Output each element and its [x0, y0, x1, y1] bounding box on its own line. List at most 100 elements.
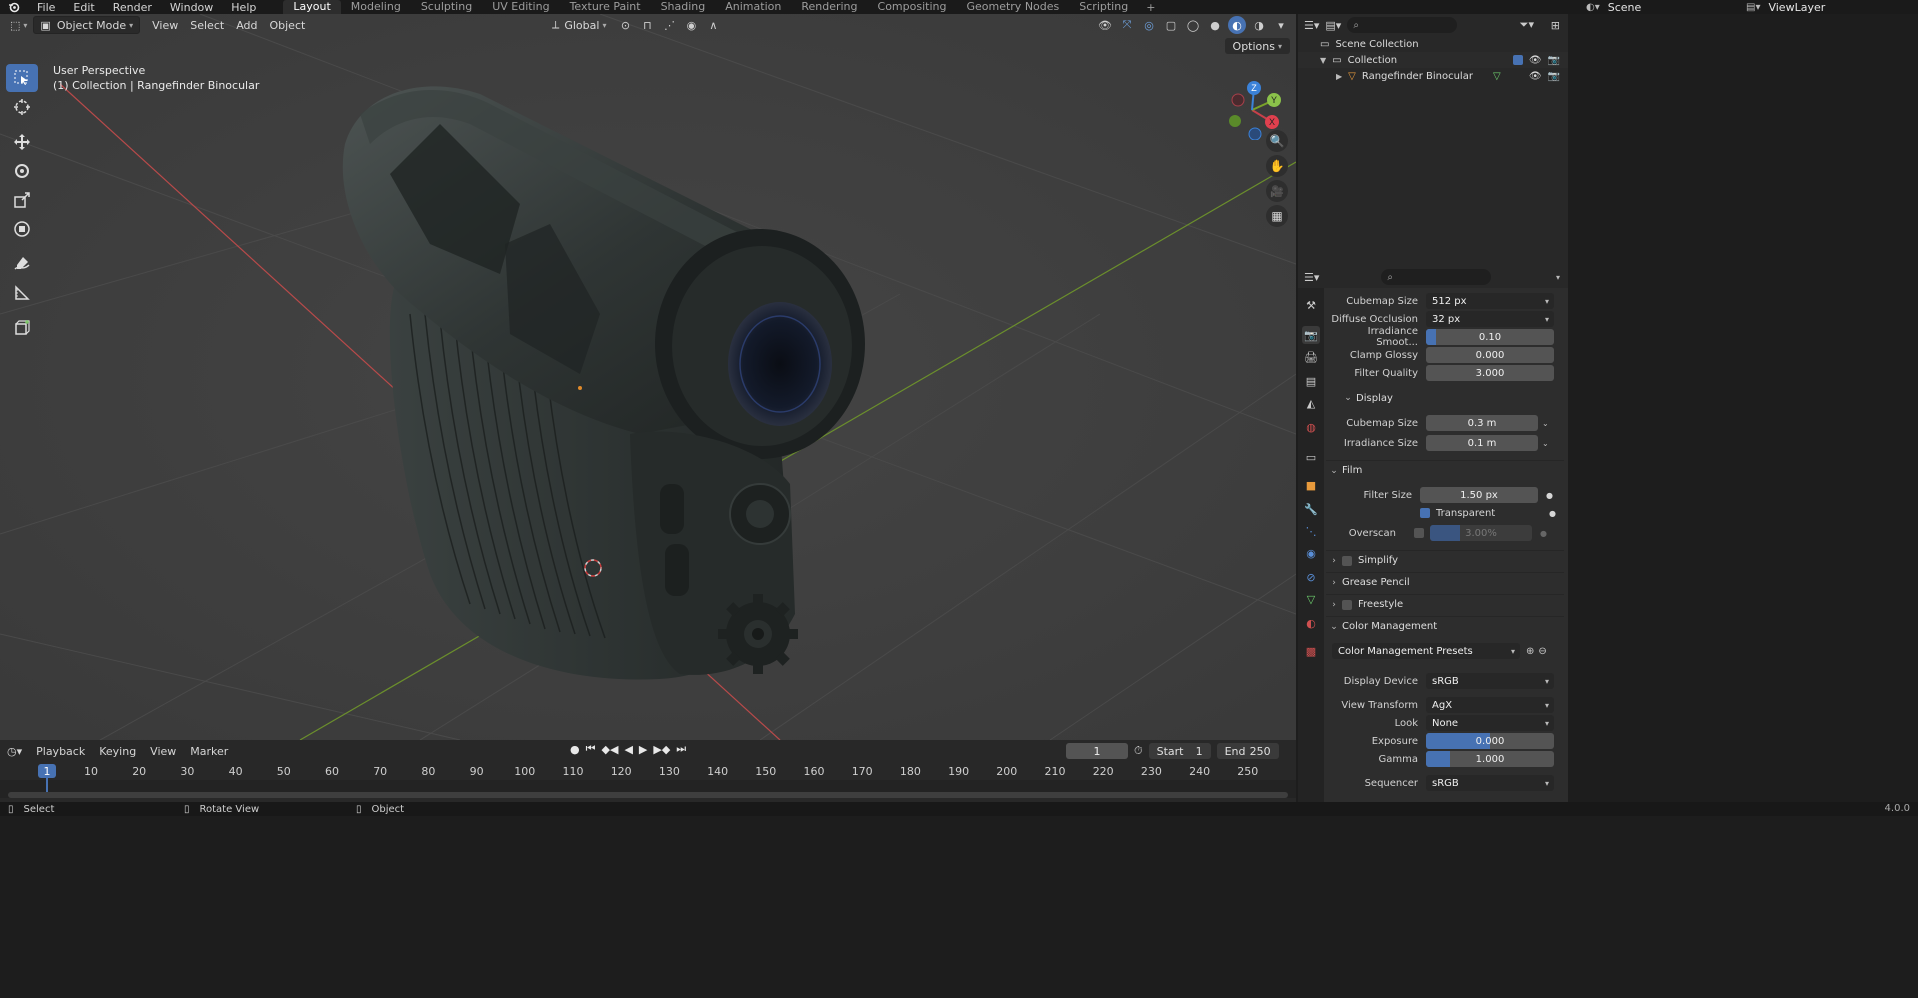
- tab-geometry-nodes[interactable]: Geometry Nodes: [956, 0, 1069, 14]
- zoom-button[interactable]: 🔍: [1266, 130, 1288, 152]
- end-frame-field[interactable]: End 250: [1216, 743, 1279, 759]
- tab-sculpting[interactable]: Sculpting: [411, 0, 482, 14]
- menu-window[interactable]: Window: [161, 1, 222, 14]
- outliner-row-scene-collection[interactable]: ▭ Scene Collection: [1298, 36, 1568, 52]
- eye-icon[interactable]: 👁: [1529, 55, 1542, 66]
- diffuse-occlusion-dropdown[interactable]: 32 px ▾: [1426, 311, 1554, 327]
- move-tool[interactable]: [6, 128, 38, 156]
- eye-icon[interactable]: 👁: [1529, 71, 1542, 82]
- filter-icon[interactable]: ⏷▾: [1520, 18, 1534, 32]
- frame-ruler[interactable]: 10 20 30 40 50 60 70 80 90 100 110 120 130 140 150 160 1…: [0, 762, 1296, 780]
- timeline-editor-type-icon[interactable]: ◷▾: [0, 745, 29, 758]
- shading-options-icon[interactable]: ▾: [1272, 16, 1290, 34]
- tab-animation[interactable]: Animation: [715, 0, 791, 14]
- clamp-glossy-field[interactable]: 0.000: [1426, 347, 1554, 363]
- jump-end-icon[interactable]: ⏭: [676, 742, 686, 756]
- transparent-checkbox[interactable]: [1420, 508, 1430, 518]
- expand-arrow-icon[interactable]: ▶: [1336, 72, 1342, 81]
- render-tab[interactable]: 📷: [1302, 326, 1320, 344]
- color-management-panel-header[interactable]: ⌄ Color Management: [1326, 616, 1564, 636]
- select-box-tool[interactable]: [6, 64, 38, 92]
- menu-keying[interactable]: Keying: [92, 745, 143, 758]
- tab-rendering[interactable]: Rendering: [791, 0, 867, 14]
- falloff-icon[interactable]: ∧: [704, 16, 722, 34]
- filter-size-field[interactable]: 1.50 px: [1420, 487, 1538, 503]
- tab-compositing[interactable]: Compositing: [868, 0, 957, 14]
- cubemap-size-dropdown[interactable]: 512 px ▾: [1426, 293, 1554, 309]
- look-dropdown[interactable]: None ▾: [1426, 715, 1554, 731]
- add-workspace-button[interactable]: +: [1138, 1, 1163, 14]
- menu-marker[interactable]: Marker: [183, 745, 235, 758]
- cm-presets-dropdown[interactable]: Color Management Presets ▾: [1332, 643, 1520, 659]
- editor-type-button[interactable]: ⬚ ▾: [4, 16, 33, 34]
- next-keyframe-icon[interactable]: ▶◆: [653, 743, 670, 756]
- texture-tab[interactable]: ▩: [1302, 642, 1320, 660]
- modifiers-tab[interactable]: 🔧: [1302, 500, 1320, 518]
- scene-tab[interactable]: ◭: [1302, 394, 1320, 412]
- measure-tool[interactable]: [6, 279, 38, 307]
- overlay-toggle-icon[interactable]: ◎: [1140, 16, 1158, 34]
- add-preset-icon[interactable]: ⊕: [1526, 646, 1534, 657]
- film-panel-header[interactable]: ⌄ Film: [1326, 460, 1564, 480]
- blender-logo-icon[interactable]: [6, 0, 22, 14]
- solid-shading-icon[interactable]: ●: [1206, 16, 1224, 34]
- camera-view-button[interactable]: 🎥: [1266, 180, 1288, 202]
- properties-search-input[interactable]: ⌕: [1381, 269, 1492, 285]
- orientation-selector[interactable]: ⟂ Global ▾: [546, 16, 612, 34]
- properties-editor-type-icon[interactable]: ☰▾: [1304, 271, 1319, 284]
- proportional-edit-icon[interactable]: ◉: [682, 16, 700, 34]
- tab-uv-editing[interactable]: UV Editing: [482, 0, 559, 14]
- menu-timeline-view[interactable]: View: [143, 745, 183, 758]
- tab-scripting[interactable]: Scripting: [1069, 0, 1138, 14]
- view-transform-dropdown[interactable]: AgX ▾: [1426, 697, 1554, 713]
- expand-arrow-icon[interactable]: ▼: [1320, 56, 1326, 65]
- display-mode-icon[interactable]: ▤▾: [1325, 19, 1341, 32]
- render-camera-icon[interactable]: 📷: [1548, 55, 1560, 66]
- new-collection-icon[interactable]: ⊞: [1551, 19, 1560, 32]
- transform-tool[interactable]: [6, 215, 38, 243]
- remove-preset-icon[interactable]: ⊖: [1538, 646, 1546, 657]
- play-reverse-icon[interactable]: ◀: [624, 743, 632, 756]
- exclude-checkbox[interactable]: [1512, 55, 1523, 65]
- display-subpanel-header[interactable]: ⌄ Display: [1326, 388, 1564, 408]
- menu-add[interactable]: Add: [230, 16, 263, 34]
- menu-playback[interactable]: Playback: [29, 745, 92, 758]
- menu-view[interactable]: View: [146, 16, 184, 34]
- object-tab[interactable]: ■: [1302, 476, 1320, 494]
- jump-start-icon[interactable]: ⏮: [586, 742, 596, 756]
- grease-pencil-panel-header[interactable]: › Grease Pencil: [1326, 572, 1564, 592]
- display-cubemap-chevron-icon[interactable]: ⌄: [1542, 419, 1549, 428]
- tab-shading[interactable]: Shading: [651, 0, 716, 14]
- display-irradiance-chevron-icon[interactable]: ⌄: [1542, 439, 1549, 448]
- gamma-slider[interactable]: 1.000: [1426, 751, 1554, 767]
- irradiance-smooth-slider[interactable]: 0.10: [1426, 329, 1554, 345]
- timeline-scrollbar[interactable]: [8, 792, 1288, 798]
- outliner-row-object[interactable]: ▶ ▽ Rangefinder Binocular ▽ 👁 📷: [1298, 68, 1568, 84]
- overscan-checkbox[interactable]: [1414, 528, 1424, 538]
- snap-icon[interactable]: ⊓: [638, 16, 656, 34]
- physics-tab[interactable]: ◉: [1302, 544, 1320, 562]
- play-icon[interactable]: ▶: [639, 743, 647, 756]
- tool-tab[interactable]: ⚒: [1302, 296, 1320, 314]
- tab-layout[interactable]: Layout: [283, 0, 341, 14]
- xray-icon[interactable]: ▢: [1162, 16, 1180, 34]
- exposure-slider[interactable]: 0.000: [1426, 733, 1554, 749]
- snap-target-icon[interactable]: ⋰: [660, 16, 678, 34]
- tab-texture-paint[interactable]: Texture Paint: [560, 0, 651, 14]
- display-device-dropdown[interactable]: sRGB ▾: [1426, 673, 1554, 689]
- pan-button[interactable]: ✋: [1266, 155, 1288, 177]
- mesh-data-icon[interactable]: ▽: [1493, 71, 1501, 82]
- outliner-row-collection[interactable]: ▼ ▭ Collection 👁 📷: [1298, 52, 1568, 68]
- visibility-icon[interactable]: 👁: [1096, 16, 1114, 34]
- world-tab[interactable]: ◍: [1302, 418, 1320, 436]
- menu-object[interactable]: Object: [263, 16, 311, 34]
- tab-modeling[interactable]: Modeling: [341, 0, 411, 14]
- material-shading-icon[interactable]: ◐: [1228, 16, 1246, 34]
- keyframe-dot-icon[interactable]: ●: [1546, 491, 1553, 500]
- constraints-tab[interactable]: ⊘: [1302, 568, 1320, 586]
- options-chevron-icon[interactable]: ▾: [1556, 273, 1560, 282]
- wireframe-shading-icon[interactable]: ◯: [1184, 16, 1202, 34]
- mode-selector[interactable]: ▣ Object Mode ▾: [33, 16, 141, 34]
- output-tab[interactable]: 🖨: [1302, 348, 1320, 366]
- current-frame-indicator[interactable]: 1: [38, 764, 56, 778]
